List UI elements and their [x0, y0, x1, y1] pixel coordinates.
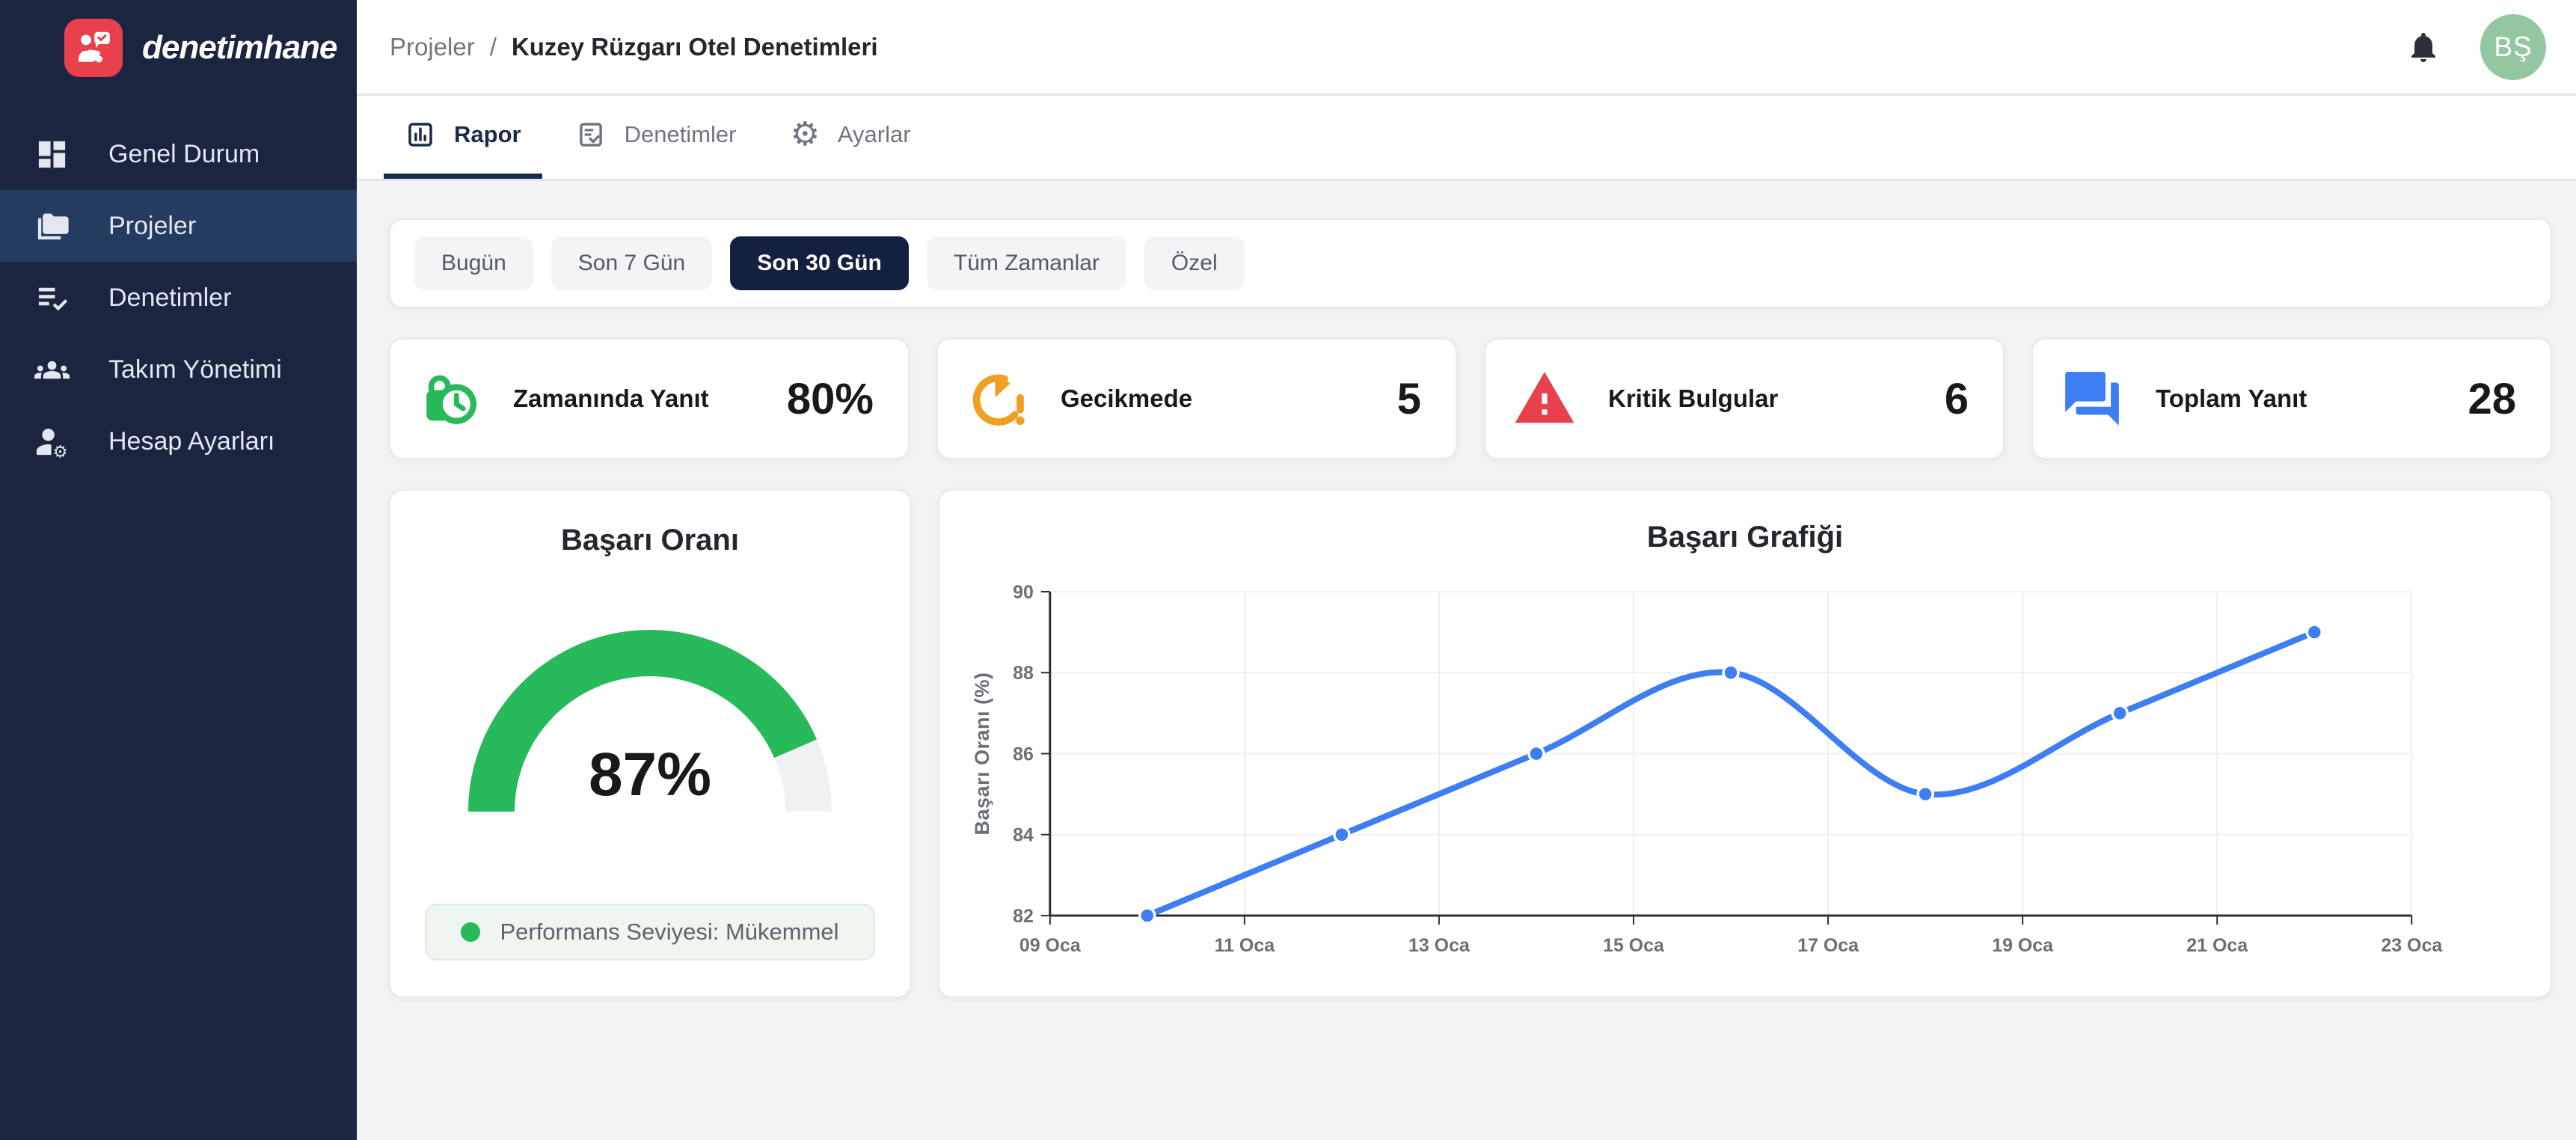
- success-graph-card: Başarı Grafiği 09 Oca 11 Oca 13 Oca 15 Oca 1…: [938, 489, 2552, 998]
- stat-value: 28: [2468, 374, 2516, 424]
- report-chart-icon: [405, 119, 436, 150]
- breadcrumb-separator: /: [490, 33, 497, 61]
- stats-row: Zamanında Yanıt 80% Gecikmede 5: [389, 338, 2552, 459]
- tab-label: Rapor: [454, 121, 521, 148]
- sidebar-item-label: Projeler: [108, 212, 196, 241]
- sidebar-nav: Genel Durum Projeler Denetimler Takım Yö…: [0, 118, 357, 477]
- svg-text:82: 82: [1013, 906, 1034, 927]
- account-gear-icon: ⚙: [34, 424, 70, 459]
- svg-text:87%: 87%: [589, 741, 711, 809]
- stat-label: Kritik Bulgular: [1608, 384, 1778, 413]
- svg-text:Başarı Oranı (%): Başarı Oranı (%): [971, 672, 993, 835]
- total-responses-chat-icon: [2060, 367, 2124, 431]
- auditor-person-check-icon: [64, 19, 123, 77]
- sidebar-item-projeler[interactable]: Projeler: [0, 190, 357, 262]
- svg-text:90: 90: [1013, 582, 1034, 603]
- bell-icon[interactable]: [2405, 29, 2441, 65]
- filter-son-30-gun[interactable]: Son 30 Gün: [730, 236, 909, 290]
- svg-text:15 Oca: 15 Oca: [1603, 935, 1665, 956]
- on-time-clock-icon: [417, 367, 482, 431]
- stat-value: 80%: [787, 374, 874, 424]
- filter-bugun[interactable]: Bugün: [414, 236, 533, 290]
- folder-icon: [34, 209, 70, 244]
- stat-card-toplam-yanit: Toplam Yanıt 28: [2031, 338, 2552, 459]
- success-line-chart: 09 Oca 11 Oca 13 Oca 15 Oca 17 Oca 19 Oca 21 O…: [966, 566, 2524, 974]
- sidebar-item-label: Hesap Ayarları: [108, 427, 275, 456]
- sidebar-item-label: Genel Durum: [108, 140, 260, 169]
- charts-row: Başarı Oranı 87% Performans Seviyesi: Mü…: [389, 489, 2552, 998]
- svg-text:11 Oca: 11 Oca: [1215, 935, 1276, 956]
- team-icon: [34, 352, 70, 387]
- filter-son-7-gun[interactable]: Son 7 Gün: [551, 236, 712, 290]
- svg-text:23 Oca: 23 Oca: [2381, 935, 2443, 956]
- breadcrumb-current: Kuzey Rüzgarı Otel Denetimleri: [512, 33, 878, 61]
- stat-card-gecikmede: Gecikmede 5: [936, 338, 1457, 459]
- gauge-title: Başarı Oranı: [561, 524, 739, 557]
- svg-text:84: 84: [1013, 825, 1034, 846]
- sidebar: denetimhane Genel Durum Projeler Denetim…: [0, 0, 357, 1140]
- performance-badge: Performans Seviyesi: Mükemmel: [425, 904, 874, 960]
- main-column: Projeler / Kuzey Rüzgarı Otel Denetimler…: [357, 0, 2576, 1140]
- sidebar-item-label: Takım Yönetimi: [108, 355, 282, 384]
- avatar[interactable]: BŞ: [2480, 14, 2546, 80]
- stat-label: Gecikmede: [1061, 384, 1192, 413]
- success-rate-card: Başarı Oranı 87% Performans Seviyesi: Mü…: [389, 489, 911, 998]
- svg-text:13 Oca: 13 Oca: [1408, 935, 1471, 956]
- topbar: Projeler / Kuzey Rüzgarı Otel Denetimler…: [357, 0, 2576, 96]
- audit-clipboard-icon: [575, 119, 607, 150]
- performance-dot-icon: [461, 922, 480, 942]
- performance-badge-label: Performans Seviyesi: Mükemmel: [500, 919, 838, 946]
- critical-warning-icon: [1512, 367, 1577, 431]
- topbar-actions: BŞ: [2405, 14, 2546, 80]
- tab-ayarlar[interactable]: ⚙ Ayarlar: [769, 96, 931, 179]
- stat-card-kritik-bulgular: Kritik Bulgular 6: [1484, 338, 2005, 459]
- svg-text:88: 88: [1013, 663, 1034, 684]
- filter-tum-zamanlar[interactable]: Tüm Zamanlar: [927, 236, 1126, 290]
- tab-label: Ayarlar: [838, 121, 911, 148]
- stat-value: 5: [1397, 374, 1421, 424]
- tab-denetimler[interactable]: Denetimler: [554, 96, 758, 179]
- svg-text:⚙: ⚙: [53, 442, 68, 459]
- tab-rapor[interactable]: Rapor: [384, 96, 542, 179]
- tab-label: Denetimler: [625, 121, 737, 148]
- stat-label: Toplam Yanıt: [2156, 384, 2307, 413]
- content: Bugün Son 7 Gün Son 30 Gün Tüm Zamanlar …: [357, 181, 2576, 1140]
- success-rate-gauge: 87%: [456, 601, 844, 825]
- svg-text:86: 86: [1013, 744, 1034, 764]
- brand-logo[interactable]: denetimhane: [0, 0, 357, 96]
- line-chart-title: Başarı Grafiği: [1647, 521, 1843, 554]
- settings-gear-icon: ⚙: [790, 118, 819, 151]
- svg-text:21 Oca: 21 Oca: [2186, 935, 2248, 956]
- dashboard-icon: [34, 137, 70, 172]
- sidebar-item-takim-yonetimi[interactable]: Takım Yönetimi: [0, 334, 357, 405]
- sidebar-item-label: Denetimler: [108, 284, 231, 313]
- sidebar-item-genel-durum[interactable]: Genel Durum: [0, 118, 357, 190]
- brand-name: denetimhane: [142, 29, 337, 67]
- sidebar-item-hesap-ayarlari[interactable]: ⚙ Hesap Ayarları: [0, 405, 357, 477]
- breadcrumb-parent[interactable]: Projeler: [390, 33, 475, 61]
- svg-text:19 Oca: 19 Oca: [1992, 935, 2054, 956]
- date-filter-card: Bugün Son 7 Gün Son 30 Gün Tüm Zamanlar …: [389, 218, 2552, 308]
- stat-card-zamaninda-yanit: Zamanında Yanıt 80%: [389, 338, 910, 459]
- sidebar-item-denetimler[interactable]: Denetimler: [0, 262, 357, 334]
- late-clock-alert-icon: [965, 367, 1029, 431]
- stat-label: Zamanında Yanıt: [513, 384, 709, 413]
- stat-value: 6: [1945, 374, 1969, 424]
- svg-text:17 Oca: 17 Oca: [1797, 935, 1859, 956]
- breadcrumb: Projeler / Kuzey Rüzgarı Otel Denetimler…: [390, 33, 878, 61]
- svg-text:09 Oca: 09 Oca: [1019, 935, 1082, 956]
- filter-ozel[interactable]: Özel: [1144, 236, 1245, 290]
- tabbar: Rapor Denetimler ⚙ Ayarlar: [357, 96, 2576, 181]
- audit-list-check-icon: [34, 281, 70, 316]
